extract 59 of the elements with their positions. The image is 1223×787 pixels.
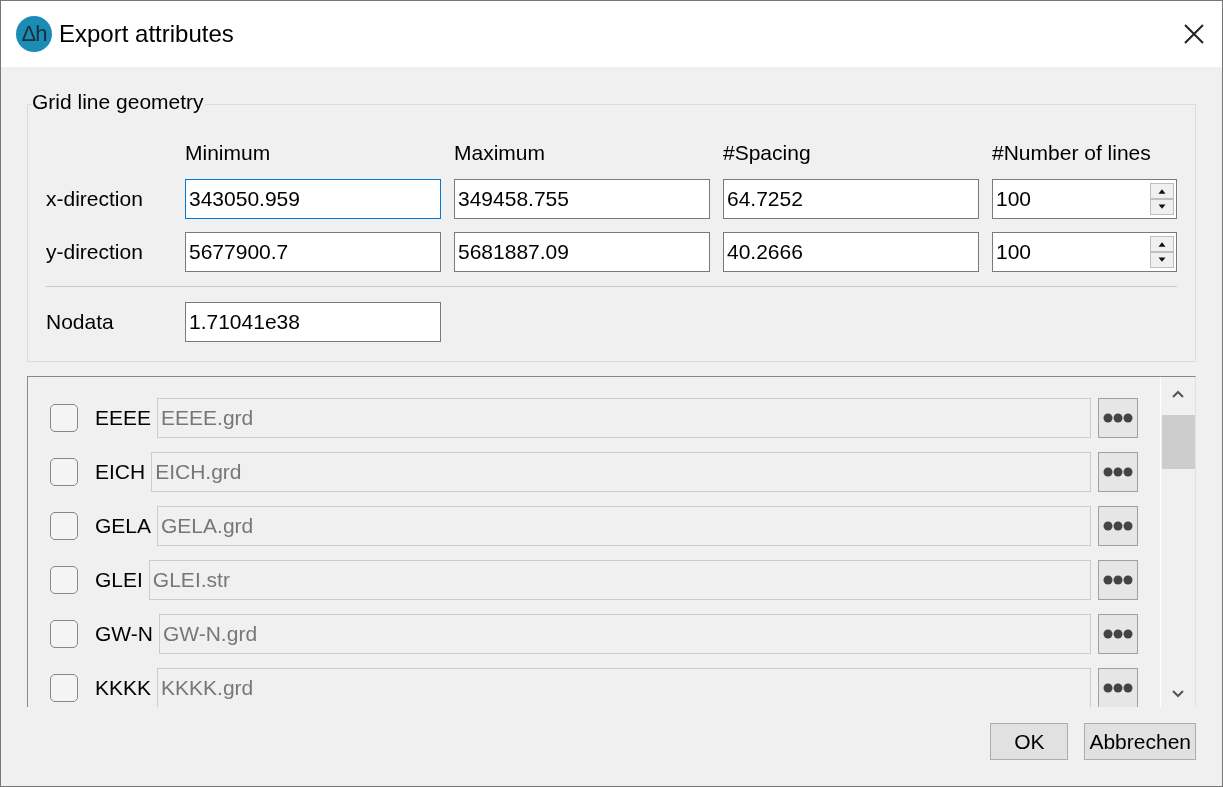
column-header: #Spacing — [723, 141, 812, 166]
browse-button[interactable] — [1098, 560, 1138, 600]
row-label: y-direction — [46, 240, 144, 264]
file-field[interactable]: GELA.grd — [157, 506, 1091, 546]
dialog-button[interactable]: OK — [990, 723, 1069, 760]
file-field[interactable]: EEEE.grd — [157, 398, 1091, 438]
scrollbar[interactable] — [1160, 377, 1195, 707]
input-field[interactable]: 1.71041e38 — [185, 302, 441, 342]
spin-up-icon[interactable] — [1150, 236, 1174, 252]
column-header: #Number of lines — [992, 141, 1152, 166]
attribute-label: KKKK — [95, 676, 152, 700]
spin-box[interactable]: 100 — [992, 232, 1177, 272]
checkbox[interactable] — [50, 458, 78, 486]
scroll-up-icon[interactable] — [1171, 389, 1185, 399]
spin-down-icon[interactable] — [1150, 252, 1174, 268]
more-icon — [1103, 521, 1133, 531]
app-logo-icon: Δh — [16, 16, 52, 52]
more-icon — [1103, 575, 1133, 585]
attribute-label: GW-N — [95, 622, 153, 646]
checkbox[interactable] — [50, 566, 78, 594]
dialog-button[interactable]: Abbrechen — [1084, 723, 1196, 760]
attribute-label: GELA — [95, 514, 152, 538]
close-icon[interactable] — [1184, 24, 1204, 44]
file-field[interactable]: EICH.grd — [151, 452, 1091, 492]
input-field[interactable]: 343050.959 — [185, 179, 441, 219]
file-field[interactable]: GW-N.grd — [158, 614, 1091, 654]
column-header: Maximum — [454, 141, 546, 166]
file-field[interactable]: KKKK.grd — [157, 668, 1091, 707]
browse-button[interactable] — [1098, 452, 1138, 492]
row-label: x-direction — [46, 187, 144, 211]
scroll-down-icon[interactable] — [1171, 689, 1185, 699]
spin-up-icon[interactable] — [1150, 183, 1174, 199]
browse-button[interactable] — [1098, 614, 1138, 654]
more-icon — [1103, 629, 1133, 639]
more-icon — [1103, 467, 1133, 477]
input-field[interactable]: 5681887.09 — [454, 232, 710, 272]
browse-button[interactable] — [1098, 506, 1138, 546]
checkbox[interactable] — [50, 620, 78, 648]
more-icon — [1103, 683, 1133, 693]
checkbox[interactable] — [50, 404, 78, 432]
input-field[interactable]: 40.2666 — [723, 232, 979, 272]
input-field[interactable]: 5677900.7 — [185, 232, 441, 272]
nodata-label: Nodata — [46, 310, 115, 334]
checkbox[interactable] — [50, 674, 78, 702]
input-field[interactable]: 64.7252 — [723, 179, 979, 219]
more-icon — [1103, 413, 1133, 423]
input-field[interactable]: 349458.755 — [454, 179, 710, 219]
browse-button[interactable] — [1098, 398, 1138, 438]
column-header: Minimum — [185, 141, 272, 166]
checkbox[interactable] — [50, 512, 78, 540]
browse-button[interactable] — [1098, 668, 1138, 707]
attribute-label: EICH — [95, 460, 146, 484]
file-field[interactable]: GLEI.str — [148, 560, 1091, 600]
spin-box[interactable]: 100 — [992, 179, 1177, 219]
attribute-label: EEEE — [95, 406, 152, 430]
attribute-label: GLEI — [95, 568, 143, 592]
spin-down-icon[interactable] — [1150, 199, 1174, 215]
scroll-thumb[interactable] — [1161, 415, 1195, 469]
window-title: Export attributes — [59, 20, 235, 48]
